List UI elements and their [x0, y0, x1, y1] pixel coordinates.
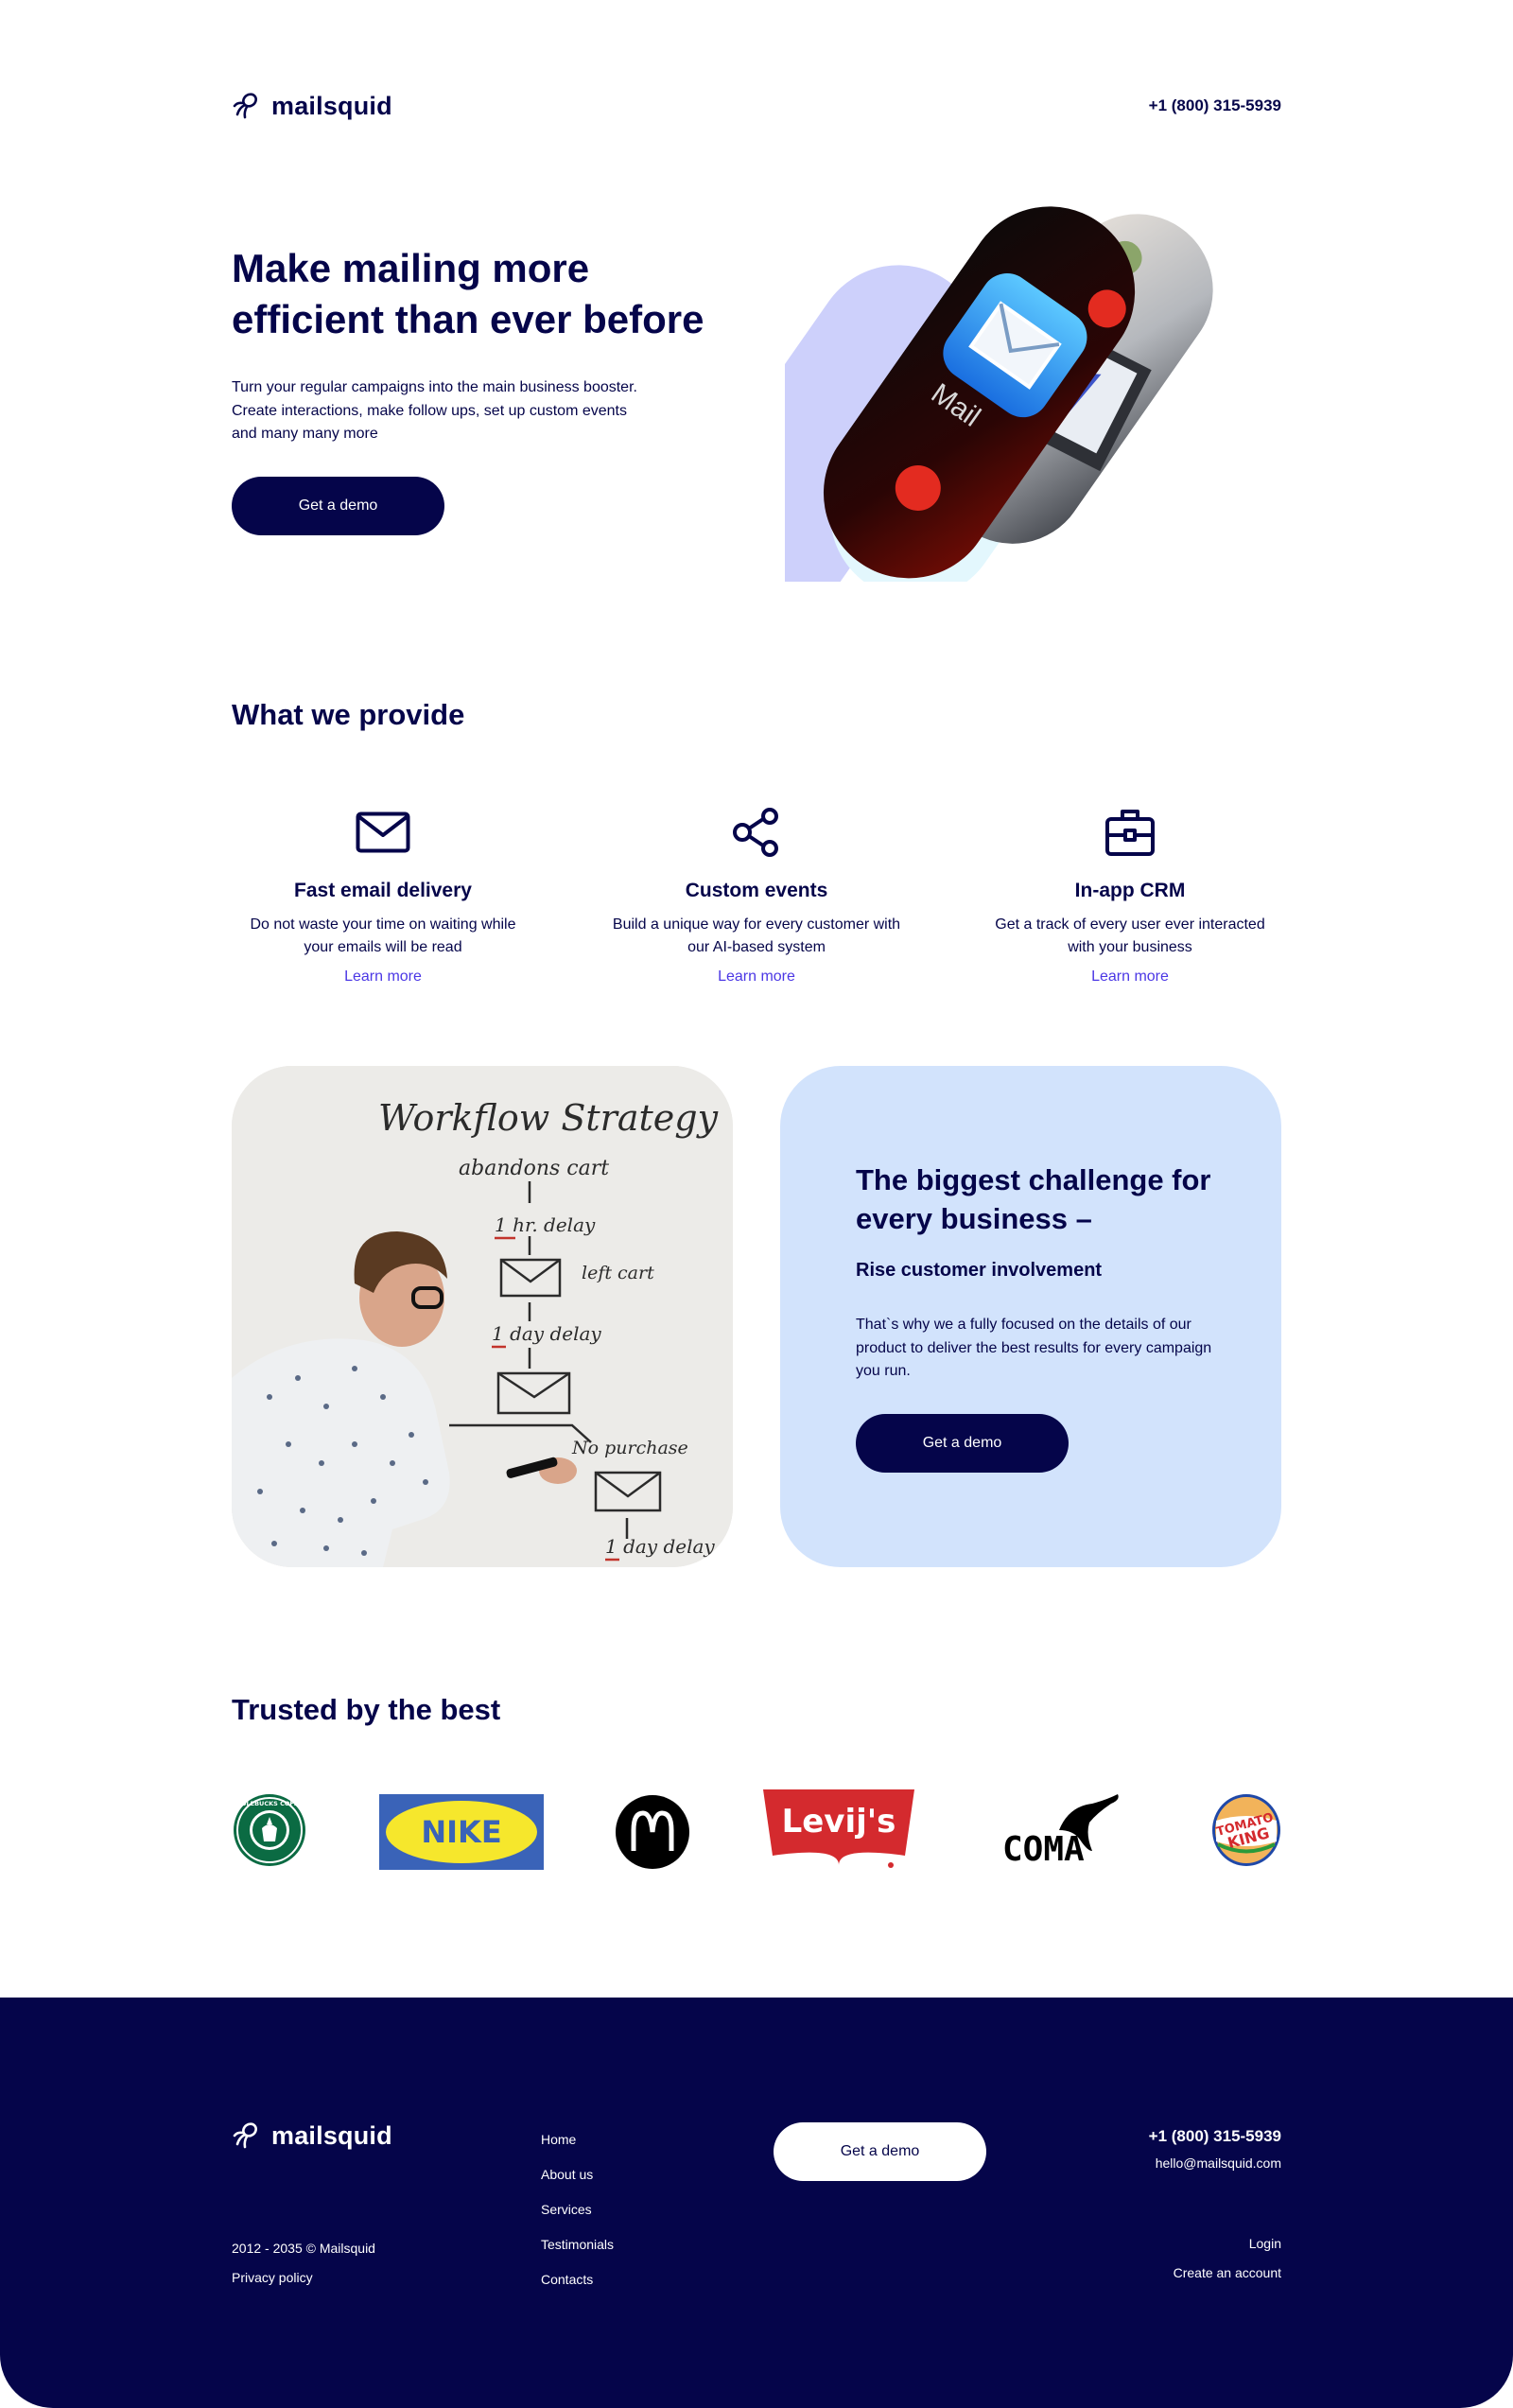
- squid-icon: [233, 2122, 257, 2149]
- feature-title: Custom events: [685, 880, 828, 901]
- challenge-title: The biggest challenge for every business…: [856, 1163, 1211, 1235]
- briefcase-icon: [1102, 804, 1158, 861]
- provide-section-title: What we provide: [232, 698, 465, 731]
- puma-style-logo: COMA: [1002, 1794, 1119, 1868]
- header-phone-link[interactable]: +1 (800) 315-5939: [1149, 96, 1281, 115]
- learn-more-link[interactable]: Learn more: [1091, 968, 1169, 986]
- trusted-logos-row: STOLEBUCKS COFFEE NIKE Levij's COMA TOMA…: [232, 1789, 1281, 1877]
- challenge-text: That`s why we a fully focused on the det…: [856, 1317, 1212, 1379]
- footer-legal: 2012 - 2035 © Mailsquid Privacy policy: [232, 2234, 375, 2293]
- levis-style-logo-text: Levij's: [782, 1803, 896, 1841]
- footer-phone-link[interactable]: +1 (800) 315-5939: [1149, 2127, 1281, 2145]
- feature-card-custom-events: Custom events Build a unique way for eve…: [605, 804, 908, 986]
- feature-card-in-app-crm: In-app CRM Get a track of every user eve…: [979, 804, 1281, 986]
- footer-account-links: Login Create an account: [1174, 2229, 1281, 2288]
- levis-style-logo: Levij's: [763, 1789, 914, 1868]
- burger-king-style-logo: TOMATO KING: [1212, 1794, 1280, 1866]
- footer-nav-contacts[interactable]: Contacts: [541, 2272, 593, 2287]
- feature-title: Fast email delivery: [294, 880, 472, 901]
- hero-pills-graphic: Mail: [671, 173, 1243, 637]
- feature-title: In-app CRM: [1074, 880, 1186, 901]
- whiteboard-line: left cart: [582, 1263, 654, 1283]
- trusted-section-title: Trusted by the best: [232, 1693, 501, 1726]
- copyright-text: 2012 - 2035 © Mailsquid: [232, 2241, 375, 2256]
- starbucks-style-logo: STOLEBUCKS COFFEE: [233, 1794, 306, 1866]
- challenge-get-demo-button[interactable]: Get a demo: [856, 1414, 1069, 1473]
- site-footer: mailsquid 2012 - 2035 © Mailsquid Privac…: [0, 1998, 1513, 2408]
- feature-text: Get a track of every user ever interacte…: [995, 916, 1265, 955]
- envelope-icon: [355, 804, 411, 861]
- hero-illustration: Mail: [671, 173, 1286, 637]
- features-list: Fast email delivery Do not waste your ti…: [232, 804, 1281, 986]
- feature-text: Do not waste your time on waiting while …: [250, 916, 516, 955]
- squid-icon: [233, 93, 257, 119]
- learn-more-link[interactable]: Learn more: [718, 968, 795, 986]
- brand-logo[interactable]: mailsquid: [232, 91, 392, 121]
- footer-get-demo-button[interactable]: Get a demo: [774, 2122, 986, 2181]
- share-nodes-icon: [728, 804, 785, 861]
- feature-text: Build a unique way for every customer wi…: [612, 916, 901, 955]
- footer-brand-name: mailsquid: [271, 2120, 392, 2150]
- login-link[interactable]: Login: [1249, 2236, 1281, 2251]
- nike-style-logo-text: NIKE: [421, 1814, 501, 1850]
- challenge-subtitle: Rise customer involvement: [856, 1260, 1103, 1281]
- footer-nav-home[interactable]: Home: [541, 2132, 576, 2147]
- whiteboard-line: 1 day delay: [492, 1322, 601, 1345]
- hero-title-line2: efficient than ever before: [232, 297, 704, 341]
- whiteboard-line: abandons cart: [459, 1157, 609, 1180]
- learn-more-link[interactable]: Learn more: [344, 968, 422, 986]
- hero-title: Make mailing more efficient than ever be…: [232, 243, 799, 345]
- starbucks-style-logo-text: STOLEBUCKS COFFEE: [233, 1800, 306, 1807]
- challenge-card: The biggest challenge for every business…: [780, 1066, 1281, 1567]
- whiteboard-line: 1 day delay: [605, 1535, 715, 1558]
- hero-text: Turn your regular campaigns into the mai…: [232, 379, 637, 442]
- brand-name: mailsquid: [271, 91, 392, 120]
- footer-nav-about-us[interactable]: About us: [541, 2167, 593, 2182]
- nike-style-logo: NIKE: [379, 1794, 544, 1870]
- whiteboard-photo: Workflow Strategy abandons cart 1 hr. de…: [232, 1066, 733, 1567]
- create-account-link[interactable]: Create an account: [1174, 2265, 1281, 2280]
- footer-brand-logo[interactable]: mailsquid: [232, 2120, 392, 2151]
- mcdonalds-style-logo: [616, 1795, 689, 1869]
- footer-nav-services[interactable]: Services: [541, 2202, 592, 2217]
- puma-style-logo-text: COMA: [1002, 1830, 1085, 1868]
- footer-email-link[interactable]: hello@mailsquid.com: [1156, 2155, 1281, 2171]
- site-header: mailsquid +1 (800) 315-5939: [232, 87, 1281, 125]
- footer-nav: Home About us Services Testimonials Cont…: [541, 2122, 614, 2297]
- privacy-policy-link[interactable]: Privacy policy: [232, 2270, 313, 2285]
- whiteboard-title: Workflow Strategy: [378, 1097, 719, 1139]
- footer-nav-testimonials[interactable]: Testimonials: [541, 2237, 614, 2252]
- whiteboard-line: 1 hr. delay: [495, 1213, 596, 1236]
- footer-contact: +1 (800) 315-5939 hello@mailsquid.com: [1149, 2127, 1281, 2171]
- hero-get-demo-button[interactable]: Get a demo: [232, 477, 444, 535]
- feature-card-email-delivery: Fast email delivery Do not waste your ti…: [232, 804, 534, 986]
- hero-title-line1: Make mailing more: [232, 246, 590, 290]
